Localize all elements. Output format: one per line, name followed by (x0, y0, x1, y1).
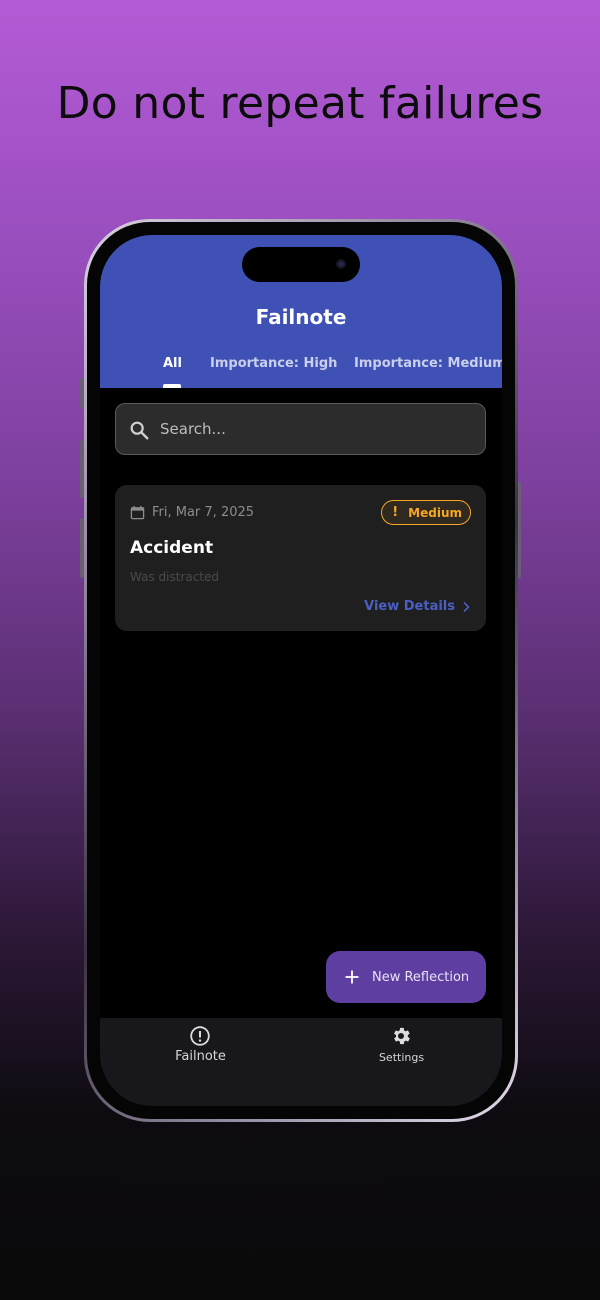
search-bar[interactable] (115, 403, 486, 455)
new-reflection-button[interactable]: New Reflection (326, 951, 486, 1003)
search-input[interactable] (160, 404, 470, 454)
nav-item-failnote[interactable]: Failnote (100, 1018, 301, 1106)
chevron-right-icon (463, 601, 470, 612)
importance-badge: ! Medium (381, 500, 471, 525)
exclamation-icon: ! (392, 505, 399, 520)
tab-indicator (163, 384, 181, 388)
calendar-icon (130, 505, 145, 520)
new-reflection-label: New Reflection (372, 969, 470, 985)
app-title: Failnote (255, 305, 347, 329)
bottom-navigation: Failnote Settings (100, 1018, 502, 1106)
view-details-label: View Details (364, 599, 455, 614)
filter-tabs: All Importance: High Importance: Medium (100, 356, 502, 388)
gear-icon (394, 1027, 410, 1045)
view-details-link[interactable]: View Details (364, 599, 471, 614)
promo-headline: Do not repeat failures (56, 78, 544, 129)
nav-label-settings: Settings (378, 1051, 425, 1064)
alert-circle-icon (190, 1026, 210, 1046)
nav-label-failnote: Failnote (175, 1049, 226, 1064)
entry-description: Was distracted (130, 570, 220, 584)
app-bar: Failnote All Importance: High Importance… (100, 235, 502, 388)
importance-label: Medium (408, 505, 462, 520)
camera-icon (336, 259, 346, 269)
entry-date: Fri, Mar 7, 2025 (152, 505, 255, 520)
nav-item-settings[interactable]: Settings (301, 1018, 502, 1106)
phone-frame: Failnote All Importance: High Importance… (84, 219, 518, 1122)
dynamic-island (242, 247, 360, 282)
tab-all[interactable]: All (163, 356, 182, 371)
plus-icon (345, 970, 359, 984)
tab-importance-medium[interactable]: Importance: Medium (354, 356, 502, 371)
entry-title: Accident (130, 538, 214, 558)
reflection-card[interactable]: Fri, Mar 7, 2025 ! Medium Accident Was d… (115, 485, 486, 631)
search-icon (130, 421, 149, 440)
tab-importance-high[interactable]: Importance: High (210, 356, 337, 371)
app-screen: Failnote All Importance: High Importance… (100, 235, 502, 1106)
